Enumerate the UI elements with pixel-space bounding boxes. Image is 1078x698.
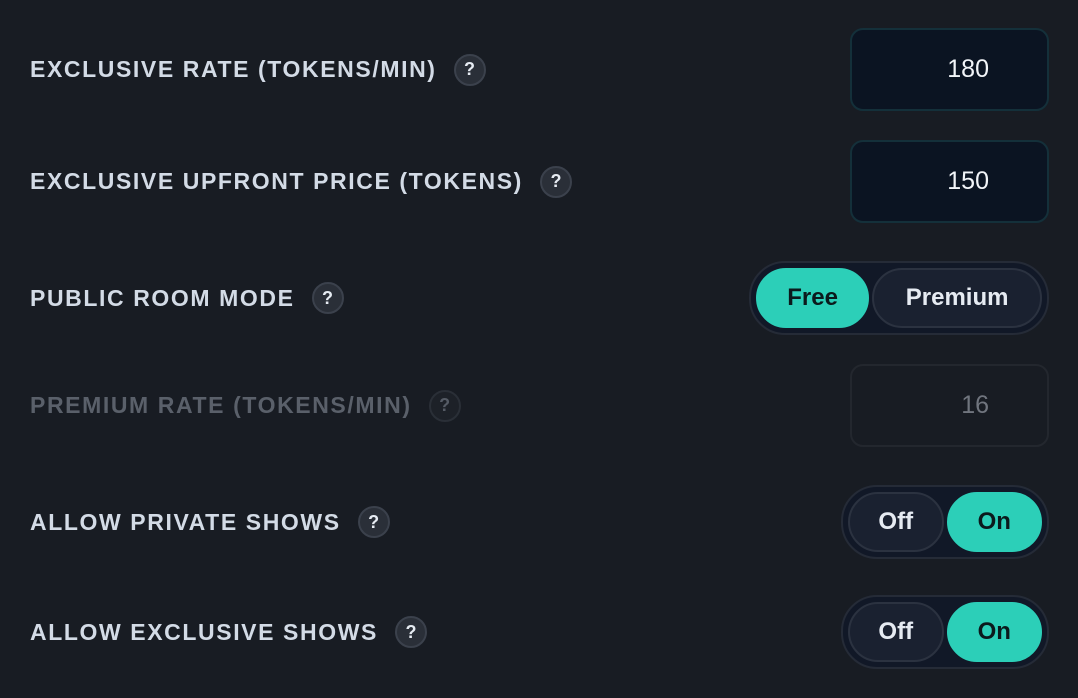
exclusive-upfront-label-group: EXCLUSIVE UPFRONT PRICE (TOKENS) ? — [30, 140, 572, 223]
exclusive-upfront-label: EXCLUSIVE UPFRONT PRICE (TOKENS) — [30, 168, 523, 194]
allow-exclusive-shows-off-button[interactable]: Off — [848, 602, 944, 662]
allow-private-shows-row: ALLOW PRIVATE SHOWS ? Off On — [0, 485, 1078, 559]
public-room-mode-row: PUBLIC ROOM MODE ? Free Premium — [0, 261, 1078, 335]
help-icon[interactable]: ? — [311, 282, 344, 314]
allow-private-shows-on-button[interactable]: On — [946, 492, 1042, 552]
public-room-mode-premium-button[interactable]: Premium — [872, 268, 1042, 328]
allow-exclusive-shows-label-group: ALLOW EXCLUSIVE SHOWS ? — [30, 595, 427, 669]
help-icon[interactable]: ? — [453, 53, 486, 86]
allow-private-shows-label: ALLOW PRIVATE SHOWS — [30, 508, 341, 535]
help-icon[interactable]: ? — [394, 616, 427, 648]
public-room-mode-free-button[interactable]: Free — [756, 268, 870, 328]
allow-private-shows-off-button[interactable]: Off — [848, 492, 944, 552]
exclusive-rate-label: EXCLUSIVE RATE (TOKENS/MIN) — [30, 56, 437, 82]
help-icon[interactable]: ? — [539, 165, 572, 198]
public-room-mode-toggle: Free Premium — [749, 261, 1049, 335]
premium-rate-label: PREMIUM RATE (TOKENS/MIN) — [30, 392, 412, 418]
allow-exclusive-shows-toggle: Off On — [841, 595, 1049, 669]
help-icon[interactable]: ? — [428, 389, 461, 422]
premium-rate-row: PREMIUM RATE (TOKENS/MIN) ? — [0, 364, 1078, 447]
allow-private-shows-toggle: Off On — [841, 485, 1049, 559]
exclusive-upfront-input[interactable] — [850, 140, 1049, 223]
exclusive-rate-label-group: EXCLUSIVE RATE (TOKENS/MIN) ? — [30, 28, 486, 111]
public-room-mode-label-group: PUBLIC ROOM MODE ? — [30, 261, 344, 335]
exclusive-upfront-row: EXCLUSIVE UPFRONT PRICE (TOKENS) ? — [0, 140, 1078, 223]
premium-rate-label-group: PREMIUM RATE (TOKENS/MIN) ? — [30, 364, 461, 447]
show-settings-panel: EXCLUSIVE RATE (TOKENS/MIN) ? EXCLUSIVE … — [0, 0, 1078, 698]
allow-private-shows-label-group: ALLOW PRIVATE SHOWS ? — [30, 485, 390, 559]
premium-rate-input — [850, 364, 1049, 447]
help-icon[interactable]: ? — [357, 506, 390, 538]
allow-exclusive-shows-label: ALLOW EXCLUSIVE SHOWS — [30, 618, 378, 645]
public-room-mode-label: PUBLIC ROOM MODE — [30, 284, 295, 311]
allow-exclusive-shows-on-button[interactable]: On — [946, 602, 1042, 662]
exclusive-rate-row: EXCLUSIVE RATE (TOKENS/MIN) ? — [0, 28, 1078, 111]
allow-exclusive-shows-row: ALLOW EXCLUSIVE SHOWS ? Off On — [0, 595, 1078, 669]
exclusive-rate-input[interactable] — [850, 28, 1049, 111]
